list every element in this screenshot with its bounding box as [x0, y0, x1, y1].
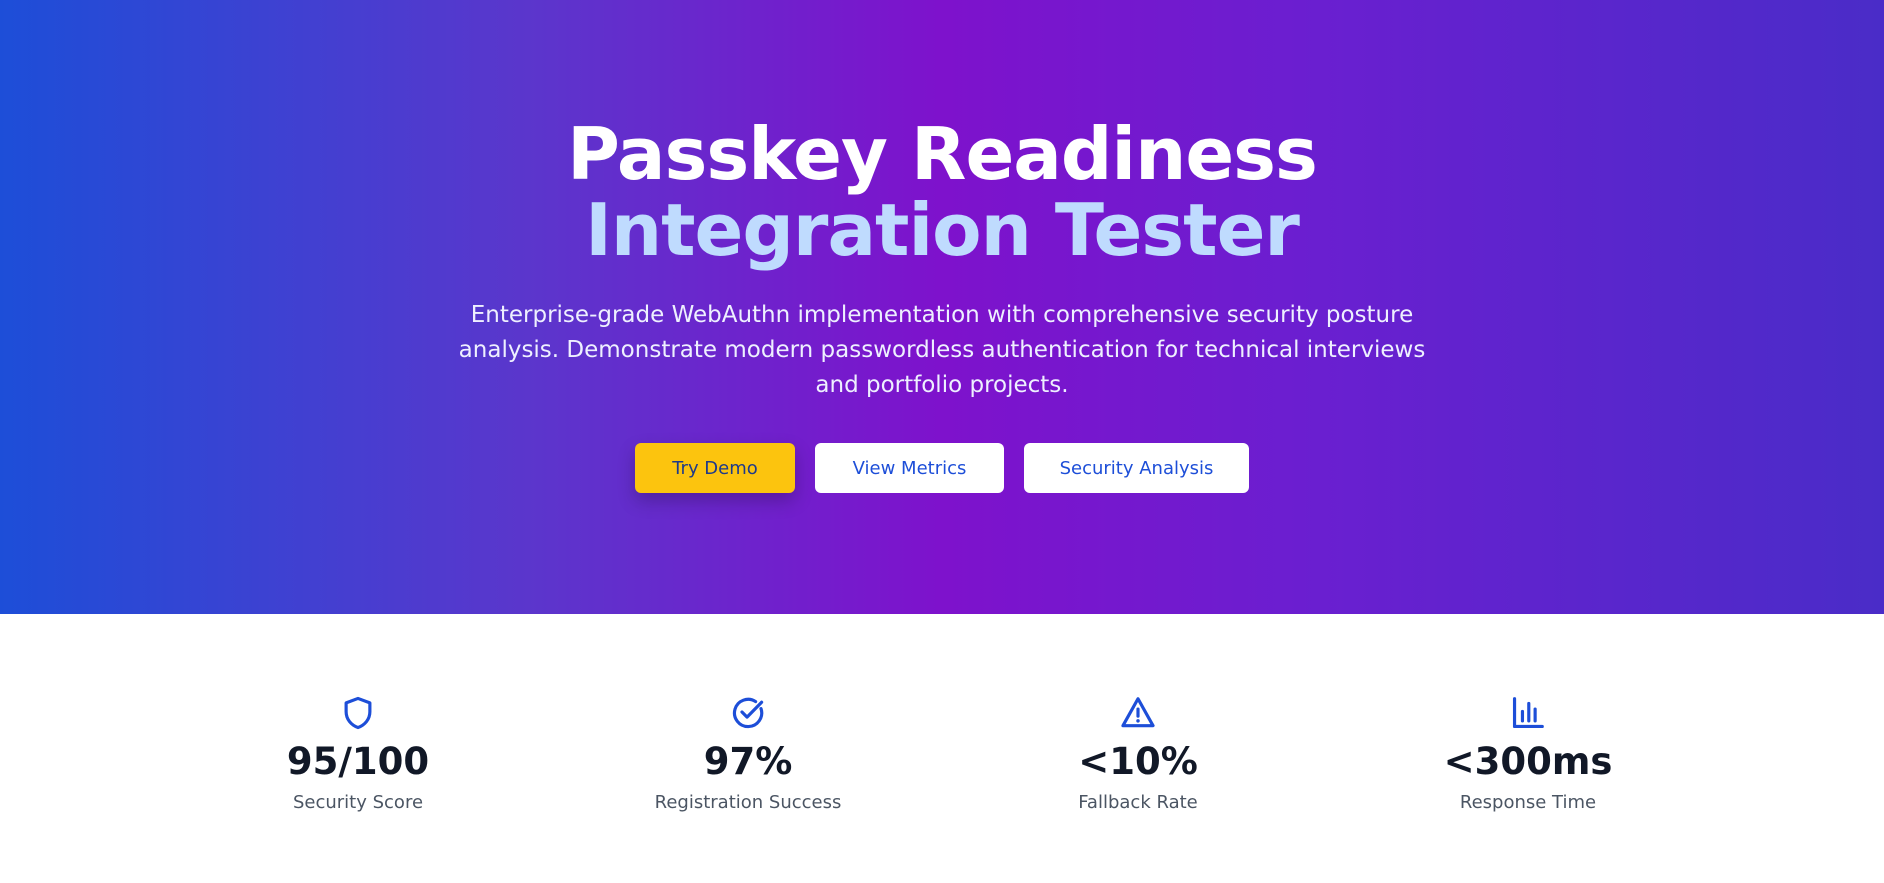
shield-icon [344, 696, 372, 730]
stat-label: Fallback Rate [1078, 792, 1198, 813]
check-circle-icon [732, 697, 764, 729]
title-line-accent: Integration Tester [585, 188, 1300, 272]
page-title: Passkey Readiness Integration Tester [0, 116, 1884, 268]
stat-label: Registration Success [654, 792, 842, 813]
hero-section: Passkey Readiness Integration Tester Ent… [0, 0, 1884, 614]
security-analysis-button[interactable]: Security Analysis [1024, 443, 1249, 493]
stat-value: <300ms [1443, 740, 1613, 783]
stat-value: 97% [703, 740, 793, 783]
cta-button-group: Try Demo View Metrics Security Analysis [0, 443, 1884, 493]
stats-section: 95/100 Security Score 97% Registration S… [0, 614, 1884, 883]
stat-value: 95/100 [286, 740, 430, 783]
stat-value: <10% [1078, 740, 1198, 783]
view-metrics-button[interactable]: View Metrics [815, 443, 1004, 493]
stat-fallback-rate: <10% Fallback Rate [988, 694, 1288, 814]
stat-response-time: <300ms Response Time [1378, 694, 1678, 814]
stat-label: Security Score [292, 792, 424, 813]
stat-registration-success: 97% Registration Success [598, 694, 898, 814]
title-line-primary: Passkey Readiness [567, 112, 1318, 196]
hero-subtitle: Enterprise-grade WebAuthn implementation… [458, 302, 1426, 398]
try-demo-button[interactable]: Try Demo [635, 443, 795, 493]
stat-security-score: 95/100 Security Score [208, 694, 508, 814]
stat-label: Response Time [1459, 792, 1597, 813]
bar-chart-icon [1512, 697, 1544, 729]
warning-triangle-icon [1121, 697, 1155, 728]
